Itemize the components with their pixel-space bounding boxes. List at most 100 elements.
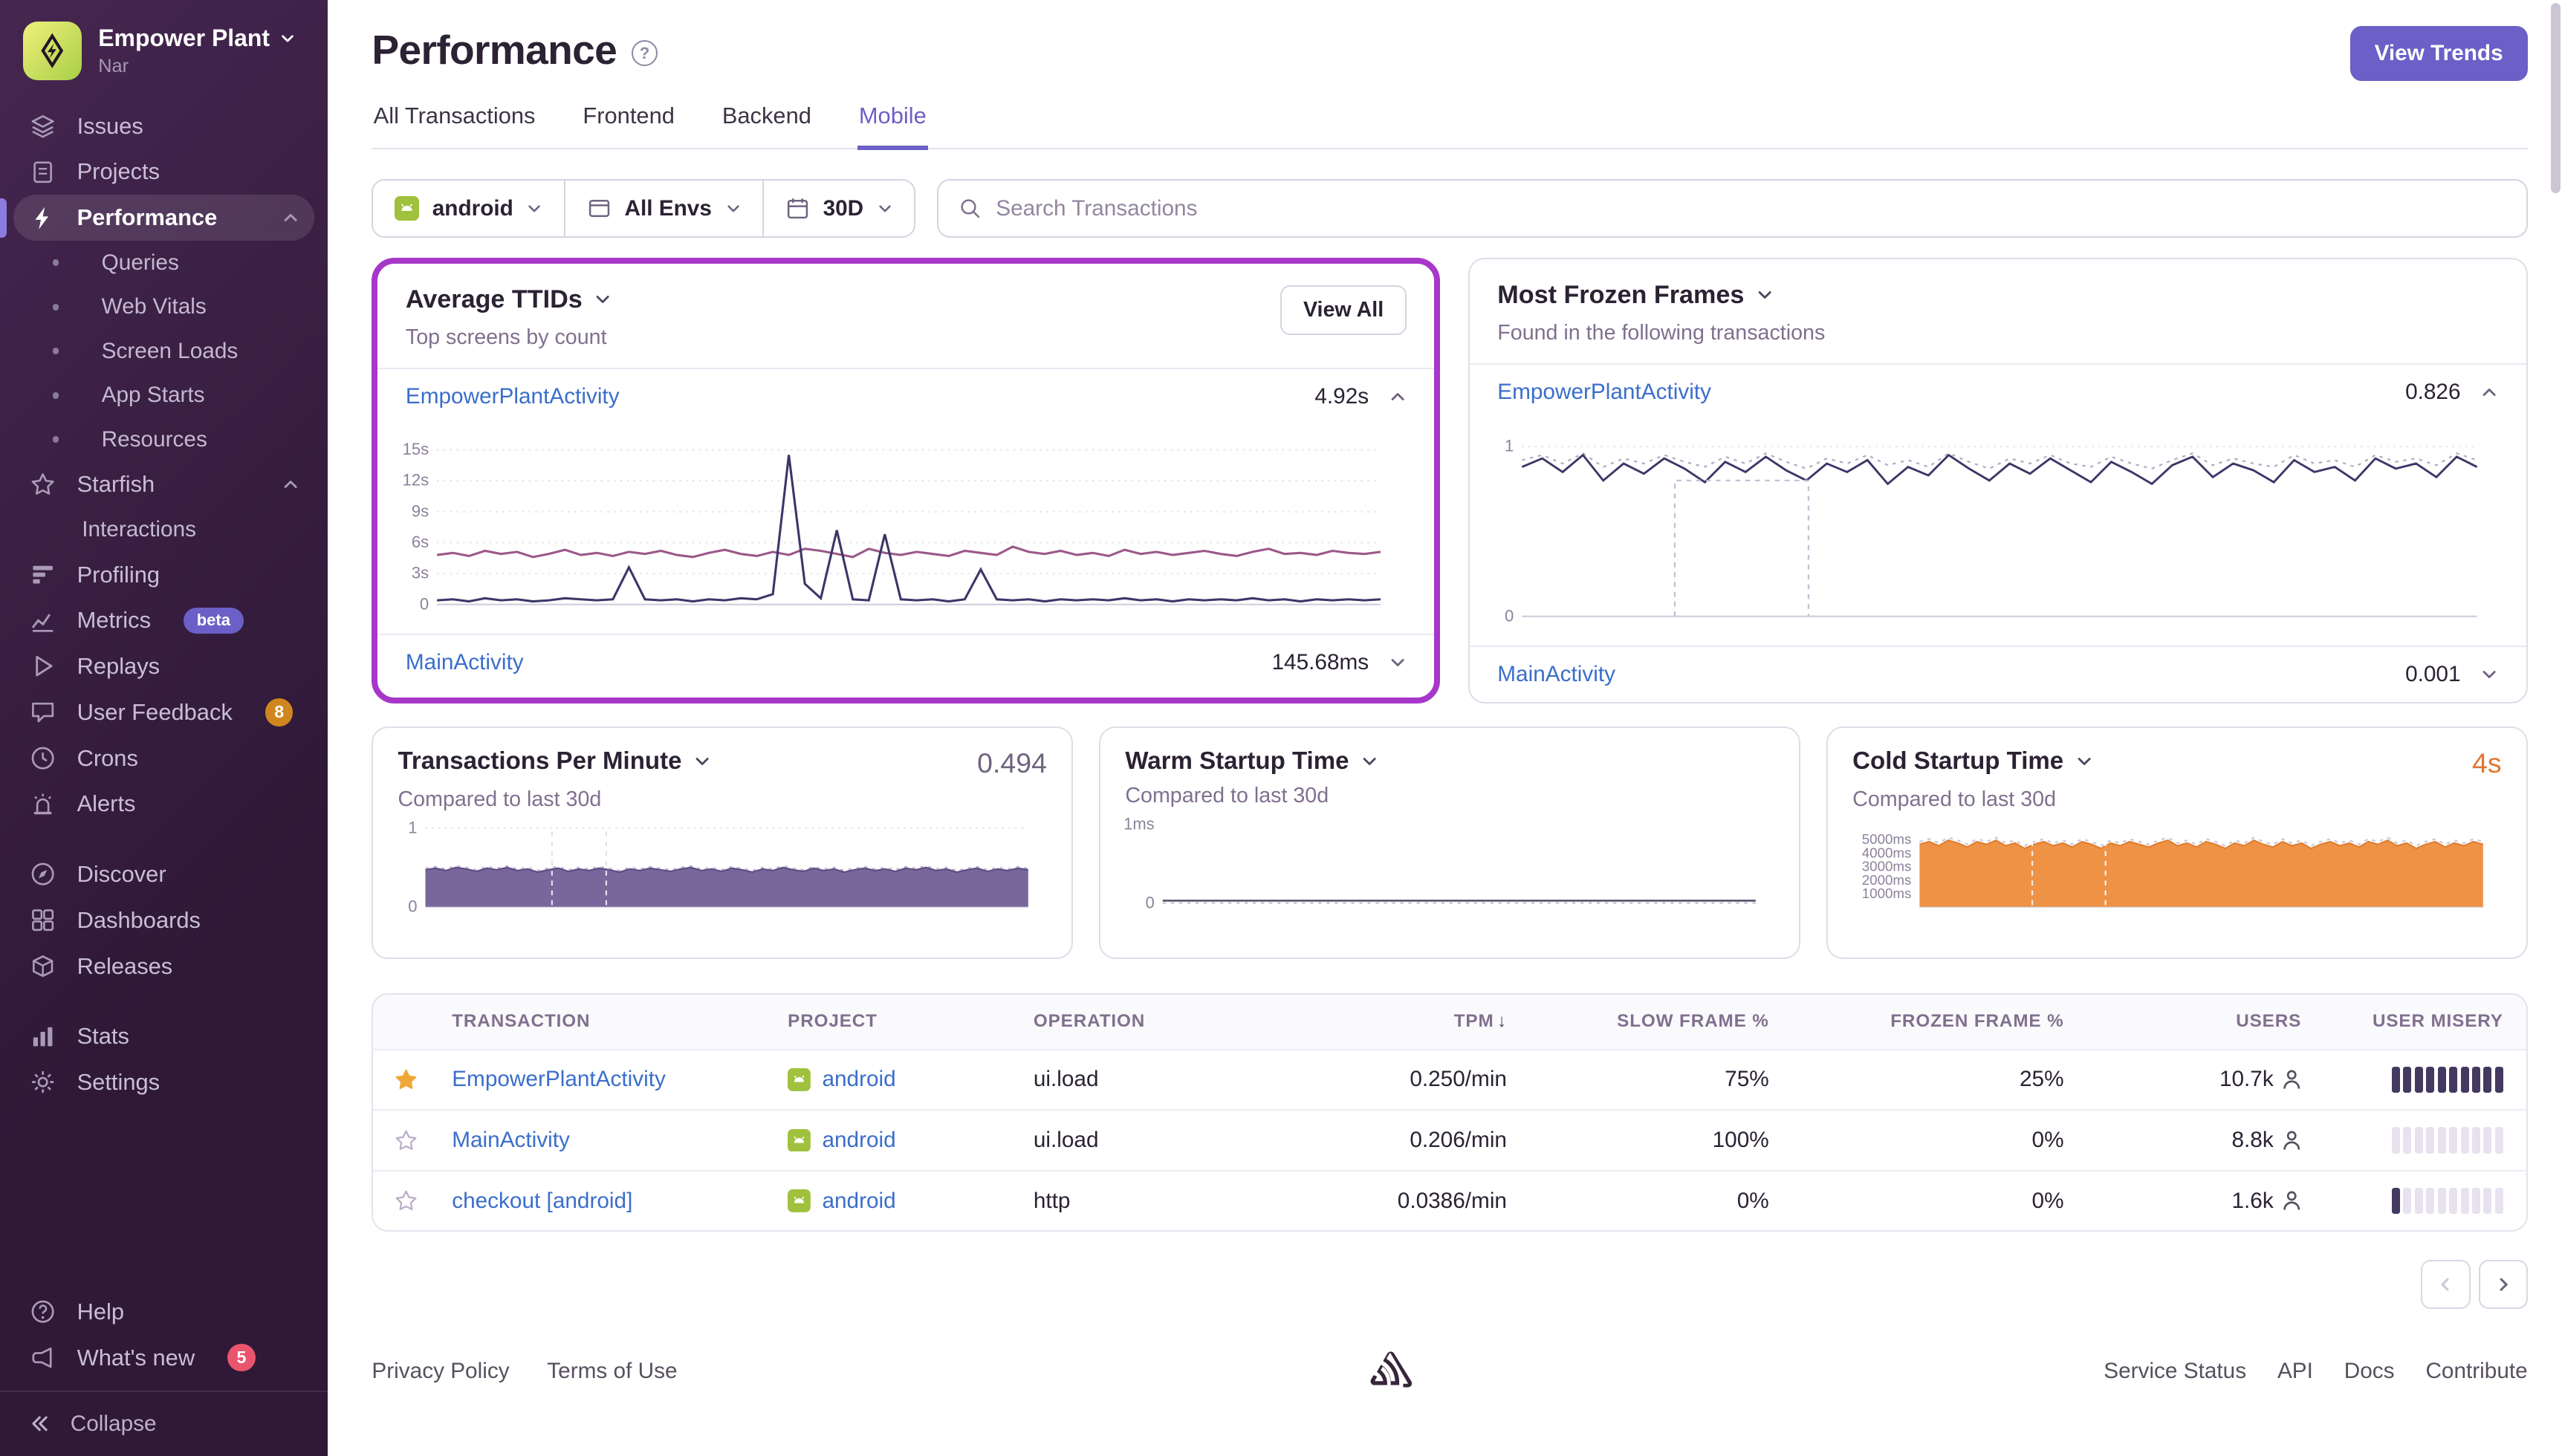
column-header-operation[interactable]: OPERATION [1020,1011,1282,1032]
sidebar-item-discover[interactable]: Discover [13,851,315,897]
sidebar-item-label: Interactions [82,517,196,542]
view-all-button[interactable]: View All [1280,285,1407,336]
search-transactions-input[interactable] [996,196,2506,221]
tab-frontend[interactable]: Frontend [581,103,676,150]
project-link[interactable]: android [822,1067,895,1092]
star-toggle[interactable] [373,1189,438,1213]
sidebar-item-crons[interactable]: Crons [13,735,315,781]
sidebar-item-alerts[interactable]: Alerts [13,781,315,827]
sidebar-item-web-vitals[interactable]: Web Vitals [13,285,315,330]
tpm-cell: 0.250/min [1282,1067,1520,1092]
sidebar-item-performance[interactable]: Performance [13,195,315,241]
terms-of-use-link[interactable]: Terms of Use [547,1359,677,1384]
privacy-policy-link[interactable]: Privacy Policy [372,1359,509,1384]
widget-title-select[interactable]: Warm Startup Time [1125,747,1378,776]
sidebar-item-dashboards[interactable]: Dashboards [13,897,315,943]
search-field [937,179,2528,238]
sidebar-item-stats[interactable]: Stats [13,1013,315,1059]
sidebar-item-replays[interactable]: Replays [13,643,315,689]
frozen-frames-chart[interactable]: 10 [1479,426,2487,640]
transaction-link[interactable]: MainActivity [452,1128,570,1152]
project-link[interactable]: android [822,1128,895,1153]
environment-filter[interactable]: All Envs [565,181,764,236]
org-switcher[interactable]: Empower Plant Nar [0,0,328,97]
chevron-up-icon[interactable] [282,209,299,227]
transaction-link[interactable]: EmpowerPlantActivity [406,384,620,409]
column-header-tpm[interactable]: TPM↓ [1282,1011,1520,1032]
sidebar-item-whats-new[interactable]: What's new 5 [13,1335,315,1381]
project-link[interactable]: android [822,1189,895,1214]
date-range-filter[interactable]: 30D [764,181,914,236]
sidebar-item-projects[interactable]: Projects [13,149,315,195]
ttid-chart[interactable]: 15s12s9s6s3s0 [388,431,1390,628]
transaction-link[interactable]: MainActivity [406,650,524,675]
sidebar-item-user-feedback[interactable]: User Feedback 8 [13,689,315,735]
accordion-row-collapsed[interactable]: MainActivity 0.001 [1470,646,2526,702]
sidebar-item-settings[interactable]: Settings [13,1059,315,1105]
transaction-link[interactable]: EmpowerPlantActivity [1497,380,1711,405]
next-page-button[interactable] [2479,1260,2528,1309]
widget-title-select[interactable]: Most Frozen Frames [1497,281,1825,310]
column-header-users[interactable]: USERS [2077,1011,2315,1032]
tpm-chart[interactable]: 10 [389,822,1038,926]
accordion-row-expanded[interactable]: EmpowerPlantActivity 0.826 [1470,363,2526,420]
tab-backend[interactable]: Backend [721,103,814,150]
api-link[interactable]: API [2277,1359,2313,1384]
collapse-caret-icon[interactable] [1389,388,1407,406]
expand-caret-icon[interactable] [2480,666,2498,683]
column-header-project[interactable]: PROJECT [775,1011,1021,1032]
sidebar-item-profiling[interactable]: Profiling [13,552,315,598]
transaction-link[interactable]: checkout [android] [452,1189,632,1213]
widget-title: Transactions Per Minute [398,747,681,776]
collapse-sidebar-button[interactable]: Collapse [0,1391,328,1456]
sidebar-item-screen-loads[interactable]: Screen Loads [13,329,315,374]
column-header-frozen-frame[interactable]: FROZEN FRAME % [1782,1011,2077,1032]
slow-frame-cell: 75% [1520,1067,1783,1092]
view-trends-button[interactable]: View Trends [2350,26,2528,81]
project-filter[interactable]: android [373,181,565,236]
widget-title: Average TTIDs [406,285,583,314]
table-header-row: TRANSACTION PROJECT OPERATION TPM↓ SLOW … [373,995,2526,1049]
svg-text:3s: 3s [411,563,428,582]
column-header-transaction[interactable]: TRANSACTION [439,1011,775,1032]
broadcast-icon [27,1345,57,1371]
sidebar-item-queries[interactable]: Queries [13,241,315,285]
column-header-slow-frame[interactable]: SLOW FRAME % [1520,1011,1783,1032]
profiling-icon [27,562,57,588]
service-status-link[interactable]: Service Status [2104,1359,2246,1384]
scrollbar-thumb[interactable] [2551,3,2561,193]
tab-mobile[interactable]: Mobile [857,103,928,150]
sidebar-item-interactions[interactable]: Interactions [13,507,315,552]
chevron-up-icon[interactable] [282,475,299,493]
sidebar-item-resources[interactable]: Resources [13,417,315,462]
sidebar-item-issues[interactable]: Issues [13,103,315,149]
star-toggle[interactable] [373,1067,438,1092]
discover-icon [27,861,57,887]
sidebar-item-starfish[interactable]: Starfish [13,462,315,508]
widget-title-select[interactable]: Cold Startup Time [1852,747,2093,776]
sidebar-item-help[interactable]: Help [13,1289,315,1335]
widget-title-select[interactable]: Transactions Per Minute [398,747,711,776]
warm-startup-chart[interactable]: 1ms0 [1117,818,1765,923]
tab-all-transactions[interactable]: All Transactions [372,103,536,150]
sidebar-item-app-starts[interactable]: App Starts [13,374,315,418]
expand-caret-icon[interactable] [1389,654,1407,672]
contribute-link[interactable]: Contribute [2425,1359,2527,1384]
column-header-user-misery[interactable]: USER MISERY [2315,1011,2526,1032]
sidebar-section-gap [0,989,328,1013]
collapse-caret-icon[interactable] [2480,383,2498,401]
sidebar-item-metrics[interactable]: Metrics beta [13,598,315,644]
sentry-logo[interactable] [1369,1351,1412,1391]
page-filter-bar: android All Envs 30D [372,179,2527,238]
docs-link[interactable]: Docs [2344,1359,2395,1384]
info-icon[interactable]: ? [632,40,658,66]
alerts-icon [27,791,57,817]
transaction-link[interactable]: MainActivity [1497,662,1615,687]
accordion-row-expanded[interactable]: EmpowerPlantActivity 4.92s [377,368,1434,424]
cold-startup-chart[interactable]: 5000ms4000ms3000ms2000ms1000ms [1844,822,2493,926]
sidebar-item-releases[interactable]: Releases [13,943,315,989]
transaction-link[interactable]: EmpowerPlantActivity [452,1067,666,1091]
star-toggle[interactable] [373,1128,438,1153]
accordion-row-collapsed[interactable]: MainActivity 145.68ms [377,634,1434,690]
widget-title-select[interactable]: Average TTIDs [406,285,612,314]
